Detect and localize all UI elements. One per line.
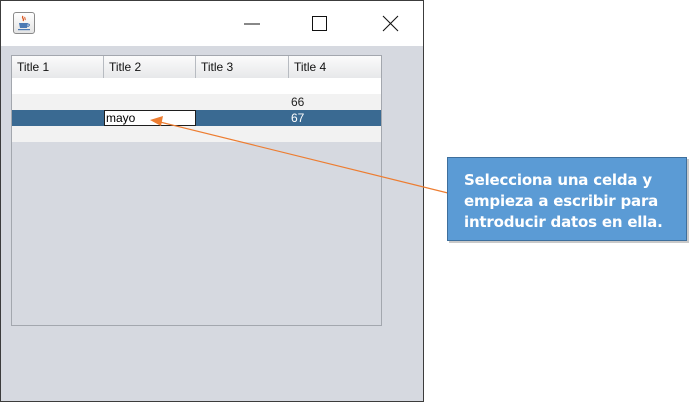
title-bar[interactable]: [1, 1, 423, 46]
table-cell[interactable]: [196, 110, 289, 126]
table-cell[interactable]: [12, 78, 104, 94]
table-row[interactable]: 66: [12, 94, 381, 110]
maximize-icon: [312, 16, 327, 31]
minimize-button[interactable]: [239, 11, 265, 37]
column-header-title-3[interactable]: Title 3: [196, 56, 289, 78]
table-cell[interactable]: 67: [289, 110, 381, 126]
table-cell[interactable]: [104, 78, 196, 94]
table-cell[interactable]: 66: [289, 94, 381, 110]
table-row-selected[interactable]: mayo 67: [12, 110, 381, 126]
column-header-title-1[interactable]: Title 1: [12, 56, 104, 78]
table-body: 66 mayo 67: [12, 78, 381, 142]
table-header: Title 1 Title 2 Title 3 Title 4: [12, 56, 381, 79]
app-window: Title 1 Title 2 Title 3 Title 4 66 mayo: [0, 0, 424, 402]
table-cell[interactable]: [196, 126, 289, 142]
table-cell[interactable]: [104, 94, 196, 110]
cell-editor-input[interactable]: mayo: [104, 110, 196, 126]
java-cup-icon[interactable]: [13, 12, 35, 34]
table-row[interactable]: [12, 126, 381, 142]
table-cell[interactable]: [196, 78, 289, 94]
callout-text: Selecciona una celda y empieza a escribi…: [464, 171, 663, 231]
table-cell[interactable]: [289, 126, 381, 142]
table-cell[interactable]: [196, 94, 289, 110]
table-scroll-pane[interactable]: Title 1 Title 2 Title 3 Title 4 66 mayo: [11, 55, 382, 326]
annotation-callout: Selecciona una celda y empieza a escribi…: [447, 157, 687, 241]
column-header-title-2[interactable]: Title 2: [104, 56, 196, 78]
table-row[interactable]: [12, 78, 381, 94]
table-cell[interactable]: [289, 78, 381, 94]
close-button[interactable]: [378, 11, 404, 37]
maximize-button[interactable]: [307, 11, 333, 37]
close-icon: [382, 15, 399, 32]
table-cell[interactable]: [12, 94, 104, 110]
column-header-title-4[interactable]: Title 4: [289, 56, 381, 78]
table-cell[interactable]: [12, 110, 104, 126]
table-cell[interactable]: [104, 126, 196, 142]
minimize-icon: [244, 23, 260, 25]
table-cell[interactable]: [12, 126, 104, 142]
